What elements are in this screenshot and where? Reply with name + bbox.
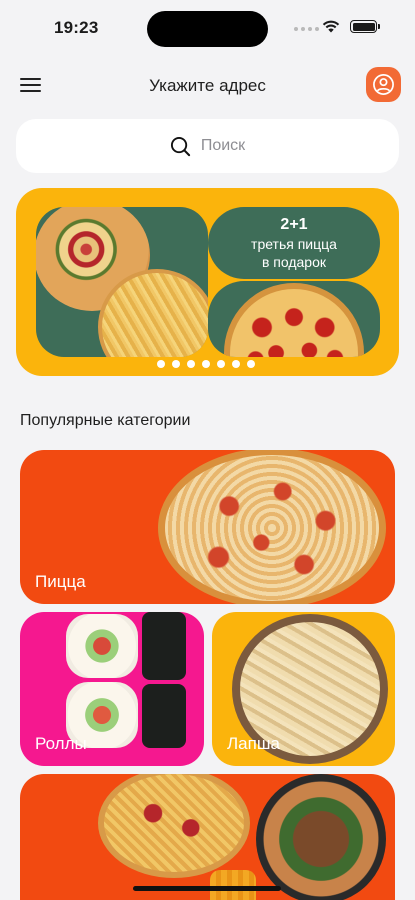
status-time: 19:23	[54, 18, 99, 37]
pizza-image	[98, 774, 250, 878]
category-card-combo[interactable]	[20, 774, 395, 900]
search-placeholder: Поиск	[200, 137, 246, 154]
section-title: Популярные категории	[20, 412, 191, 429]
wifi-icon	[322, 20, 340, 33]
cellular-signal-icon	[294, 27, 319, 31]
promo-line-1: третья пицца	[251, 236, 337, 252]
battery-icon	[350, 20, 377, 33]
carousel-dot[interactable]	[202, 360, 210, 368]
carousel-dot[interactable]	[247, 360, 255, 368]
pepperoni-pizza-image	[224, 283, 364, 357]
category-card-pizza[interactable]: Пицца	[20, 450, 395, 604]
promo-text-panel: 2+1 третья пицца в подарок	[208, 207, 380, 279]
banner-pizza-panel	[36, 207, 208, 357]
promo-line-2: в подарок	[261, 254, 327, 270]
status-bar: 19:23	[0, 0, 415, 56]
user-icon	[373, 74, 394, 95]
dynamic-island	[147, 11, 268, 47]
carousel-dot[interactable]	[172, 360, 180, 368]
category-label-rolls: Роллы	[35, 734, 87, 753]
address-selector[interactable]: Укажите адрес	[0, 76, 415, 96]
category-label-noodles: Лапша	[227, 734, 280, 753]
category-card-rolls[interactable]: Роллы	[20, 612, 204, 766]
category-card-noodles[interactable]: Лапша	[212, 612, 395, 766]
carousel-dots	[157, 360, 255, 368]
promo-title: 2+1	[280, 216, 308, 233]
search-input[interactable]: Поиск	[16, 119, 399, 173]
promo-banner[interactable]: 2+1 третья пицца в подарок	[16, 188, 399, 376]
profile-button[interactable]	[366, 67, 401, 102]
tempura-rolls-image	[210, 870, 256, 900]
pizza-image	[158, 450, 386, 604]
banner-pepperoni-panel	[208, 281, 380, 357]
carousel-dot[interactable]	[187, 360, 195, 368]
category-label-pizza: Пицца	[35, 572, 86, 591]
battery-cap	[378, 24, 380, 29]
wok-noodles-image	[256, 774, 386, 900]
app-header: Укажите адрес	[0, 64, 415, 108]
carousel-dot[interactable]	[217, 360, 225, 368]
search-icon	[170, 136, 190, 156]
home-indicator[interactable]	[133, 886, 281, 891]
carousel-dot[interactable]	[232, 360, 240, 368]
carousel-dot[interactable]	[157, 360, 165, 368]
